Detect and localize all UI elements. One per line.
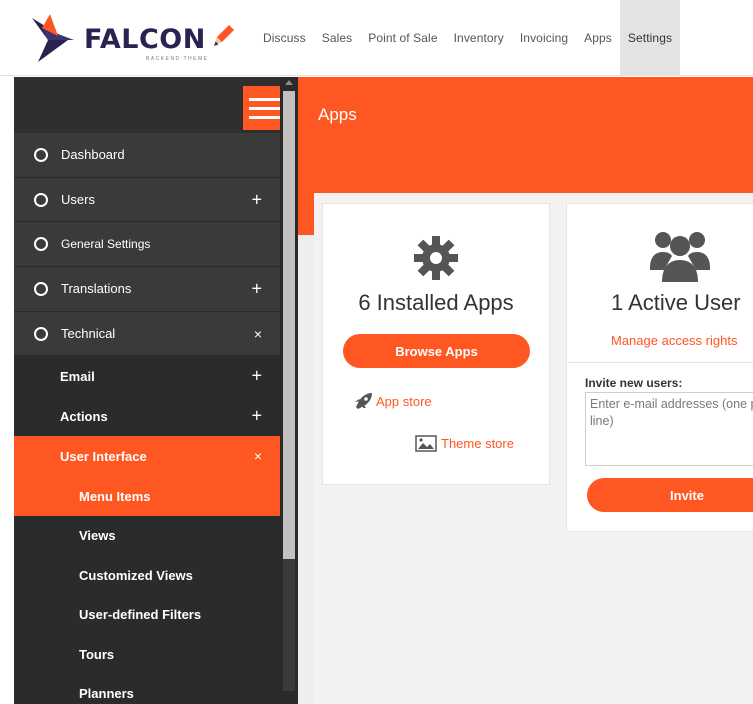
circle-icon <box>34 281 48 296</box>
sidebar-item-label: Customized Views <box>79 567 193 583</box>
sidebar-item-actions[interactable]: Actions + <box>14 396 280 437</box>
active-users-count: 1 Active User <box>611 290 741 315</box>
app-store-link-label: App store <box>376 393 432 409</box>
sidebar-item-user-interface[interactable]: User Interface × <box>14 436 280 477</box>
sidebar-item-label: Technical <box>61 326 116 342</box>
top-navbar: FALCON BACKEND THEME Discuss Sales Point o… <box>0 0 753 76</box>
sidebar-item-users[interactable]: Users + <box>14 177 280 223</box>
brand-tagline: BACKEND THEME <box>146 56 209 62</box>
sidebar-item-customized-views[interactable]: Customized Views <box>14 555 280 595</box>
theme-store-link[interactable]: Theme store <box>415 435 514 452</box>
sidebar-item-label: Email <box>60 368 95 384</box>
expand-plus-icon[interactable]: + <box>251 278 262 299</box>
sidebar-item-label: Translations <box>61 281 132 297</box>
sidebar-item-menu-items[interactable]: Menu Items <box>14 476 280 516</box>
sidebar-item-translations[interactable]: Translations + <box>14 267 280 312</box>
expand-plus-icon[interactable]: + <box>251 189 262 210</box>
sidebar-item-label: Menu Items <box>79 488 151 504</box>
invite-button[interactable]: Invite <box>587 478 753 512</box>
collapse-close-icon[interactable]: × <box>254 448 262 464</box>
sidebar-menu: Dashboard Users + General Settings Translati… <box>14 133 280 704</box>
nav-item-sales[interactable]: Sales <box>314 0 361 76</box>
collapse-close-icon[interactable]: × <box>254 326 262 342</box>
sidebar-item-views[interactable]: Views <box>14 515 280 556</box>
expand-plus-icon[interactable]: + <box>251 366 262 387</box>
users-icon <box>650 232 710 282</box>
card-divider <box>567 362 753 363</box>
sidebar-item-dashboard[interactable]: Dashboard <box>14 133 280 178</box>
nav-item-inventory[interactable]: Inventory <box>446 0 512 76</box>
invite-email-textarea[interactable]: Enter e-mail addresses (one per line) <box>585 392 753 466</box>
sidebar: Dashboard Users + General Settings Translati… <box>14 77 280 704</box>
expand-plus-icon[interactable]: + <box>251 406 262 427</box>
invite-users-label: Invite new users: <box>585 376 683 390</box>
circle-icon <box>34 237 48 252</box>
installed-apps-card: 6 Installed Apps Browse Apps App store T… <box>322 203 550 485</box>
sidebar-item-general-settings[interactable]: General Settings <box>14 222 280 268</box>
sidebar-item-user-defined-filters[interactable]: User-defined Filters <box>14 594 280 635</box>
circle-icon <box>34 147 48 162</box>
sidebar-item-label: Planners <box>79 686 134 702</box>
scroll-up-arrow-icon[interactable] <box>285 80 293 85</box>
sidebar-scrollbar[interactable] <box>280 77 298 704</box>
sidebar-item-label: Actions <box>60 408 108 424</box>
active-users-card: 1 Active User Manage access rights Invit… <box>566 203 753 532</box>
sidebar-item-email[interactable]: Email + <box>14 356 280 397</box>
sidebar-item-tours[interactable]: Tours <box>14 634 280 674</box>
sidebar-item-technical[interactable]: Technical × <box>14 311 280 357</box>
nav-item-apps[interactable]: Apps <box>576 0 620 76</box>
nav-item-invoicing[interactable]: Invoicing <box>512 0 576 76</box>
sidebar-item-label: General Settings <box>61 237 151 252</box>
hamburger-icon[interactable] <box>243 86 280 130</box>
sidebar-item-label: User-defined Filters <box>79 607 202 623</box>
gear-icon <box>414 236 458 280</box>
image-icon <box>415 435 437 452</box>
rocket-icon <box>355 393 372 409</box>
sidebar-item-planners[interactable]: Planners <box>14 673 280 704</box>
sidebar-item-label: Tours <box>79 646 115 662</box>
pencil-icon <box>214 25 234 46</box>
scroll-thumb[interactable] <box>283 91 295 559</box>
sidebar-item-label: User Interface <box>60 448 147 464</box>
falcon-logo-mark <box>32 14 74 62</box>
page-title: Apps <box>318 105 357 124</box>
sidebar-item-label: Dashboard <box>61 147 125 163</box>
circle-icon <box>34 326 48 341</box>
main-menu: Discuss Sales Point of Sale Inventory Invoic… <box>255 0 681 76</box>
nav-item-discuss[interactable]: Discuss <box>255 0 314 76</box>
nav-item-settings[interactable]: Settings <box>619 0 681 76</box>
brand-name: FALCON <box>84 24 206 55</box>
theme-store-link-label: Theme store <box>441 436 514 451</box>
manage-access-rights-link[interactable]: Manage access rights <box>611 333 737 348</box>
installed-apps-count: 6 Installed Apps <box>358 290 514 315</box>
nav-item-point-of-sale[interactable]: Point of Sale <box>360 0 445 76</box>
browse-apps-button[interactable]: Browse Apps <box>343 334 530 368</box>
falcon-logo[interactable]: FALCON BACKEND THEME <box>28 10 248 68</box>
sidebar-item-label: Users <box>61 192 95 208</box>
sidebar-item-label: Views <box>79 528 116 544</box>
circle-icon <box>34 192 48 207</box>
app-store-link[interactable]: App store <box>353 392 432 410</box>
